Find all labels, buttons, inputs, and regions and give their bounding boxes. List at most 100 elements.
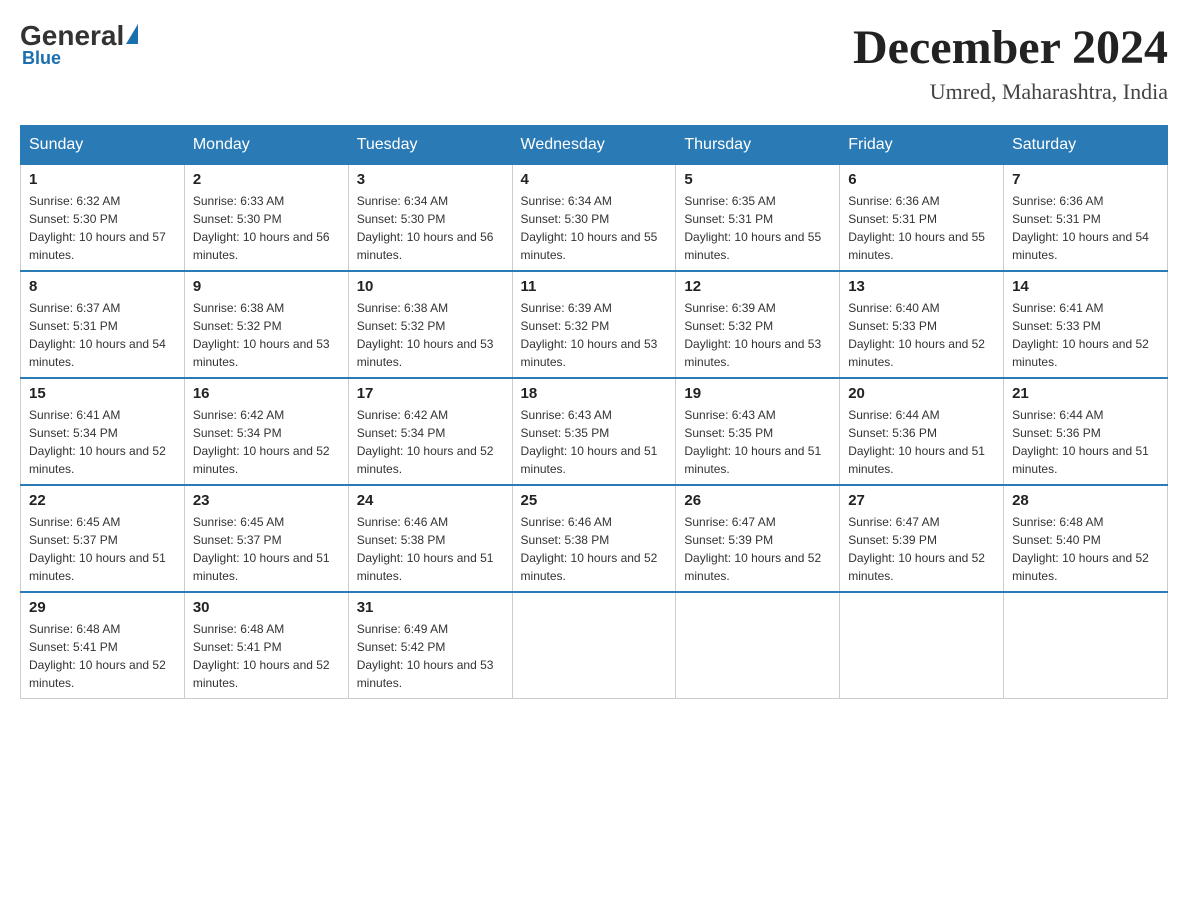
- day-info: Sunrise: 6:37 AMSunset: 5:31 PMDaylight:…: [29, 299, 176, 371]
- day-cell: [512, 592, 676, 699]
- day-cell: 29 Sunrise: 6:48 AMSunset: 5:41 PMDaylig…: [21, 592, 185, 699]
- week-row-3: 15 Sunrise: 6:41 AMSunset: 5:34 PMDaylig…: [21, 378, 1168, 485]
- day-cell: 25 Sunrise: 6:46 AMSunset: 5:38 PMDaylig…: [512, 485, 676, 592]
- calendar-title: December 2024: [853, 20, 1168, 75]
- day-number: 27: [848, 492, 995, 509]
- day-cell: [676, 592, 840, 699]
- day-cell: 9 Sunrise: 6:38 AMSunset: 5:32 PMDayligh…: [184, 271, 348, 378]
- day-cell: 30 Sunrise: 6:48 AMSunset: 5:41 PMDaylig…: [184, 592, 348, 699]
- day-cell: 28 Sunrise: 6:48 AMSunset: 5:40 PMDaylig…: [1004, 485, 1168, 592]
- day-cell: 11 Sunrise: 6:39 AMSunset: 5:32 PMDaylig…: [512, 271, 676, 378]
- day-cell: 18 Sunrise: 6:43 AMSunset: 5:35 PMDaylig…: [512, 378, 676, 485]
- day-info: Sunrise: 6:32 AMSunset: 5:30 PMDaylight:…: [29, 192, 176, 264]
- week-row-1: 1 Sunrise: 6:32 AMSunset: 5:30 PMDayligh…: [21, 165, 1168, 272]
- day-info: Sunrise: 6:38 AMSunset: 5:32 PMDaylight:…: [357, 299, 504, 371]
- day-cell: 20 Sunrise: 6:44 AMSunset: 5:36 PMDaylig…: [840, 378, 1004, 485]
- day-number: 10: [357, 278, 504, 295]
- col-header-tuesday: Tuesday: [348, 126, 512, 165]
- day-number: 1: [29, 171, 176, 188]
- day-cell: 21 Sunrise: 6:44 AMSunset: 5:36 PMDaylig…: [1004, 378, 1168, 485]
- col-header-saturday: Saturday: [1004, 126, 1168, 165]
- day-cell: 23 Sunrise: 6:45 AMSunset: 5:37 PMDaylig…: [184, 485, 348, 592]
- col-header-thursday: Thursday: [676, 126, 840, 165]
- day-info: Sunrise: 6:48 AMSunset: 5:41 PMDaylight:…: [193, 620, 340, 692]
- day-number: 29: [29, 599, 176, 616]
- logo: General Blue: [20, 20, 140, 69]
- day-cell: 8 Sunrise: 6:37 AMSunset: 5:31 PMDayligh…: [21, 271, 185, 378]
- day-number: 31: [357, 599, 504, 616]
- day-number: 12: [684, 278, 831, 295]
- day-cell: 2 Sunrise: 6:33 AMSunset: 5:30 PMDayligh…: [184, 165, 348, 272]
- day-number: 15: [29, 385, 176, 402]
- week-row-5: 29 Sunrise: 6:48 AMSunset: 5:41 PMDaylig…: [21, 592, 1168, 699]
- day-cell: 10 Sunrise: 6:38 AMSunset: 5:32 PMDaylig…: [348, 271, 512, 378]
- day-info: Sunrise: 6:48 AMSunset: 5:41 PMDaylight:…: [29, 620, 176, 692]
- day-number: 18: [521, 385, 668, 402]
- logo-triangle-icon: [126, 24, 138, 44]
- day-cell: 4 Sunrise: 6:34 AMSunset: 5:30 PMDayligh…: [512, 165, 676, 272]
- day-cell: 16 Sunrise: 6:42 AMSunset: 5:34 PMDaylig…: [184, 378, 348, 485]
- day-cell: 1 Sunrise: 6:32 AMSunset: 5:30 PMDayligh…: [21, 165, 185, 272]
- day-number: 3: [357, 171, 504, 188]
- day-info: Sunrise: 6:44 AMSunset: 5:36 PMDaylight:…: [848, 406, 995, 478]
- day-number: 23: [193, 492, 340, 509]
- day-info: Sunrise: 6:41 AMSunset: 5:34 PMDaylight:…: [29, 406, 176, 478]
- day-number: 6: [848, 171, 995, 188]
- day-cell: 12 Sunrise: 6:39 AMSunset: 5:32 PMDaylig…: [676, 271, 840, 378]
- day-info: Sunrise: 6:46 AMSunset: 5:38 PMDaylight:…: [521, 513, 668, 585]
- day-number: 30: [193, 599, 340, 616]
- day-info: Sunrise: 6:36 AMSunset: 5:31 PMDaylight:…: [848, 192, 995, 264]
- day-cell: 14 Sunrise: 6:41 AMSunset: 5:33 PMDaylig…: [1004, 271, 1168, 378]
- calendar-table: SundayMondayTuesdayWednesdayThursdayFrid…: [20, 125, 1168, 699]
- day-info: Sunrise: 6:44 AMSunset: 5:36 PMDaylight:…: [1012, 406, 1159, 478]
- day-info: Sunrise: 6:42 AMSunset: 5:34 PMDaylight:…: [357, 406, 504, 478]
- day-cell: 3 Sunrise: 6:34 AMSunset: 5:30 PMDayligh…: [348, 165, 512, 272]
- day-cell: [840, 592, 1004, 699]
- day-number: 26: [684, 492, 831, 509]
- day-info: Sunrise: 6:48 AMSunset: 5:40 PMDaylight:…: [1012, 513, 1159, 585]
- day-number: 14: [1012, 278, 1159, 295]
- day-info: Sunrise: 6:46 AMSunset: 5:38 PMDaylight:…: [357, 513, 504, 585]
- day-cell: 6 Sunrise: 6:36 AMSunset: 5:31 PMDayligh…: [840, 165, 1004, 272]
- day-info: Sunrise: 6:47 AMSunset: 5:39 PMDaylight:…: [684, 513, 831, 585]
- day-info: Sunrise: 6:43 AMSunset: 5:35 PMDaylight:…: [684, 406, 831, 478]
- header: General Blue December 2024 Umred, Mahara…: [20, 20, 1168, 105]
- day-cell: 15 Sunrise: 6:41 AMSunset: 5:34 PMDaylig…: [21, 378, 185, 485]
- title-area: December 2024 Umred, Maharashtra, India: [853, 20, 1168, 105]
- day-info: Sunrise: 6:38 AMSunset: 5:32 PMDaylight:…: [193, 299, 340, 371]
- day-cell: 17 Sunrise: 6:42 AMSunset: 5:34 PMDaylig…: [348, 378, 512, 485]
- day-info: Sunrise: 6:45 AMSunset: 5:37 PMDaylight:…: [193, 513, 340, 585]
- col-header-sunday: Sunday: [21, 126, 185, 165]
- day-info: Sunrise: 6:42 AMSunset: 5:34 PMDaylight:…: [193, 406, 340, 478]
- day-info: Sunrise: 6:40 AMSunset: 5:33 PMDaylight:…: [848, 299, 995, 371]
- day-info: Sunrise: 6:49 AMSunset: 5:42 PMDaylight:…: [357, 620, 504, 692]
- day-info: Sunrise: 6:36 AMSunset: 5:31 PMDaylight:…: [1012, 192, 1159, 264]
- day-info: Sunrise: 6:39 AMSunset: 5:32 PMDaylight:…: [521, 299, 668, 371]
- day-info: Sunrise: 6:39 AMSunset: 5:32 PMDaylight:…: [684, 299, 831, 371]
- day-number: 17: [357, 385, 504, 402]
- day-info: Sunrise: 6:43 AMSunset: 5:35 PMDaylight:…: [521, 406, 668, 478]
- day-info: Sunrise: 6:35 AMSunset: 5:31 PMDaylight:…: [684, 192, 831, 264]
- day-cell: 19 Sunrise: 6:43 AMSunset: 5:35 PMDaylig…: [676, 378, 840, 485]
- day-cell: [1004, 592, 1168, 699]
- week-row-4: 22 Sunrise: 6:45 AMSunset: 5:37 PMDaylig…: [21, 485, 1168, 592]
- col-header-wednesday: Wednesday: [512, 126, 676, 165]
- day-cell: 22 Sunrise: 6:45 AMSunset: 5:37 PMDaylig…: [21, 485, 185, 592]
- day-number: 7: [1012, 171, 1159, 188]
- day-number: 11: [521, 278, 668, 295]
- day-cell: 24 Sunrise: 6:46 AMSunset: 5:38 PMDaylig…: [348, 485, 512, 592]
- week-row-2: 8 Sunrise: 6:37 AMSunset: 5:31 PMDayligh…: [21, 271, 1168, 378]
- day-cell: 27 Sunrise: 6:47 AMSunset: 5:39 PMDaylig…: [840, 485, 1004, 592]
- day-info: Sunrise: 6:34 AMSunset: 5:30 PMDaylight:…: [357, 192, 504, 264]
- day-number: 13: [848, 278, 995, 295]
- day-number: 28: [1012, 492, 1159, 509]
- day-number: 16: [193, 385, 340, 402]
- day-info: Sunrise: 6:41 AMSunset: 5:33 PMDaylight:…: [1012, 299, 1159, 371]
- day-number: 5: [684, 171, 831, 188]
- logo-blue: Blue: [22, 48, 61, 69]
- day-number: 2: [193, 171, 340, 188]
- col-header-friday: Friday: [840, 126, 1004, 165]
- day-cell: 7 Sunrise: 6:36 AMSunset: 5:31 PMDayligh…: [1004, 165, 1168, 272]
- day-number: 8: [29, 278, 176, 295]
- day-info: Sunrise: 6:47 AMSunset: 5:39 PMDaylight:…: [848, 513, 995, 585]
